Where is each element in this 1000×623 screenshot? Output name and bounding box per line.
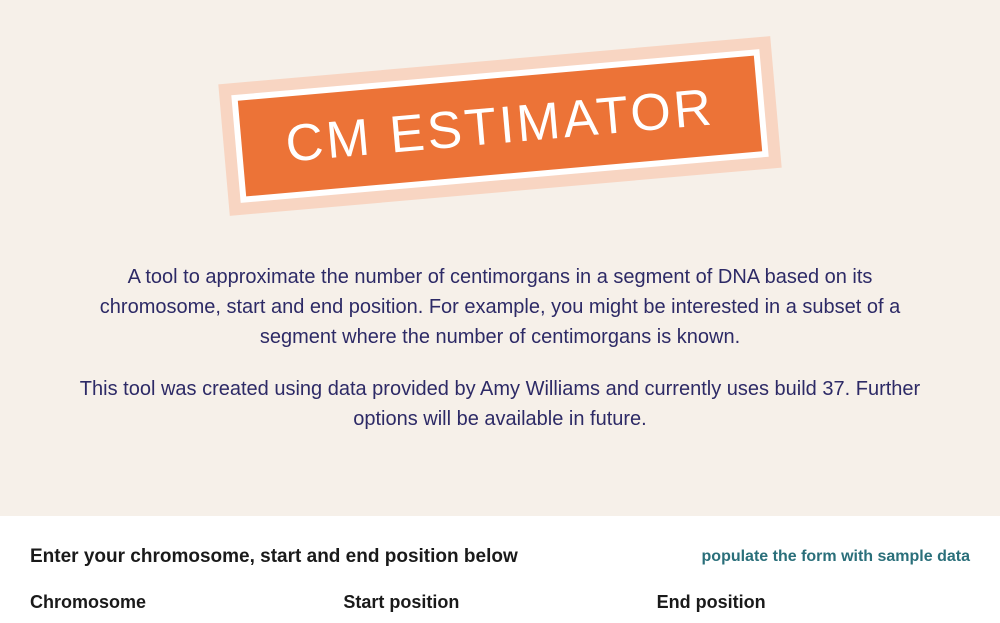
field-end-position: End position bbox=[657, 592, 970, 613]
start-position-label: Start position bbox=[343, 592, 656, 613]
banner-border: CM ESTIMATOR bbox=[231, 49, 768, 203]
hero-section: CM ESTIMATOR A tool to approximate the n… bbox=[0, 0, 1000, 516]
banner-outer: CM ESTIMATOR bbox=[218, 36, 781, 216]
page-title-banner: CM ESTIMATOR bbox=[238, 56, 762, 197]
form-section: Enter your chromosome, start and end pos… bbox=[0, 516, 1000, 623]
end-position-label: End position bbox=[657, 592, 970, 613]
form-header: Enter your chromosome, start and end pos… bbox=[30, 546, 970, 568]
field-start-position: Start position bbox=[343, 592, 656, 613]
populate-sample-link[interactable]: populate the form with sample data bbox=[702, 548, 970, 566]
chromosome-label: Chromosome bbox=[30, 592, 343, 613]
field-row: Chromosome Start position End position bbox=[30, 592, 970, 613]
description-block: A tool to approximate the number of cent… bbox=[70, 262, 930, 434]
description-paragraph-2: This tool was created using data provide… bbox=[70, 374, 930, 434]
form-heading: Enter your chromosome, start and end pos… bbox=[30, 546, 518, 568]
description-paragraph-1: A tool to approximate the number of cent… bbox=[70, 262, 930, 352]
field-chromosome: Chromosome bbox=[30, 592, 343, 613]
